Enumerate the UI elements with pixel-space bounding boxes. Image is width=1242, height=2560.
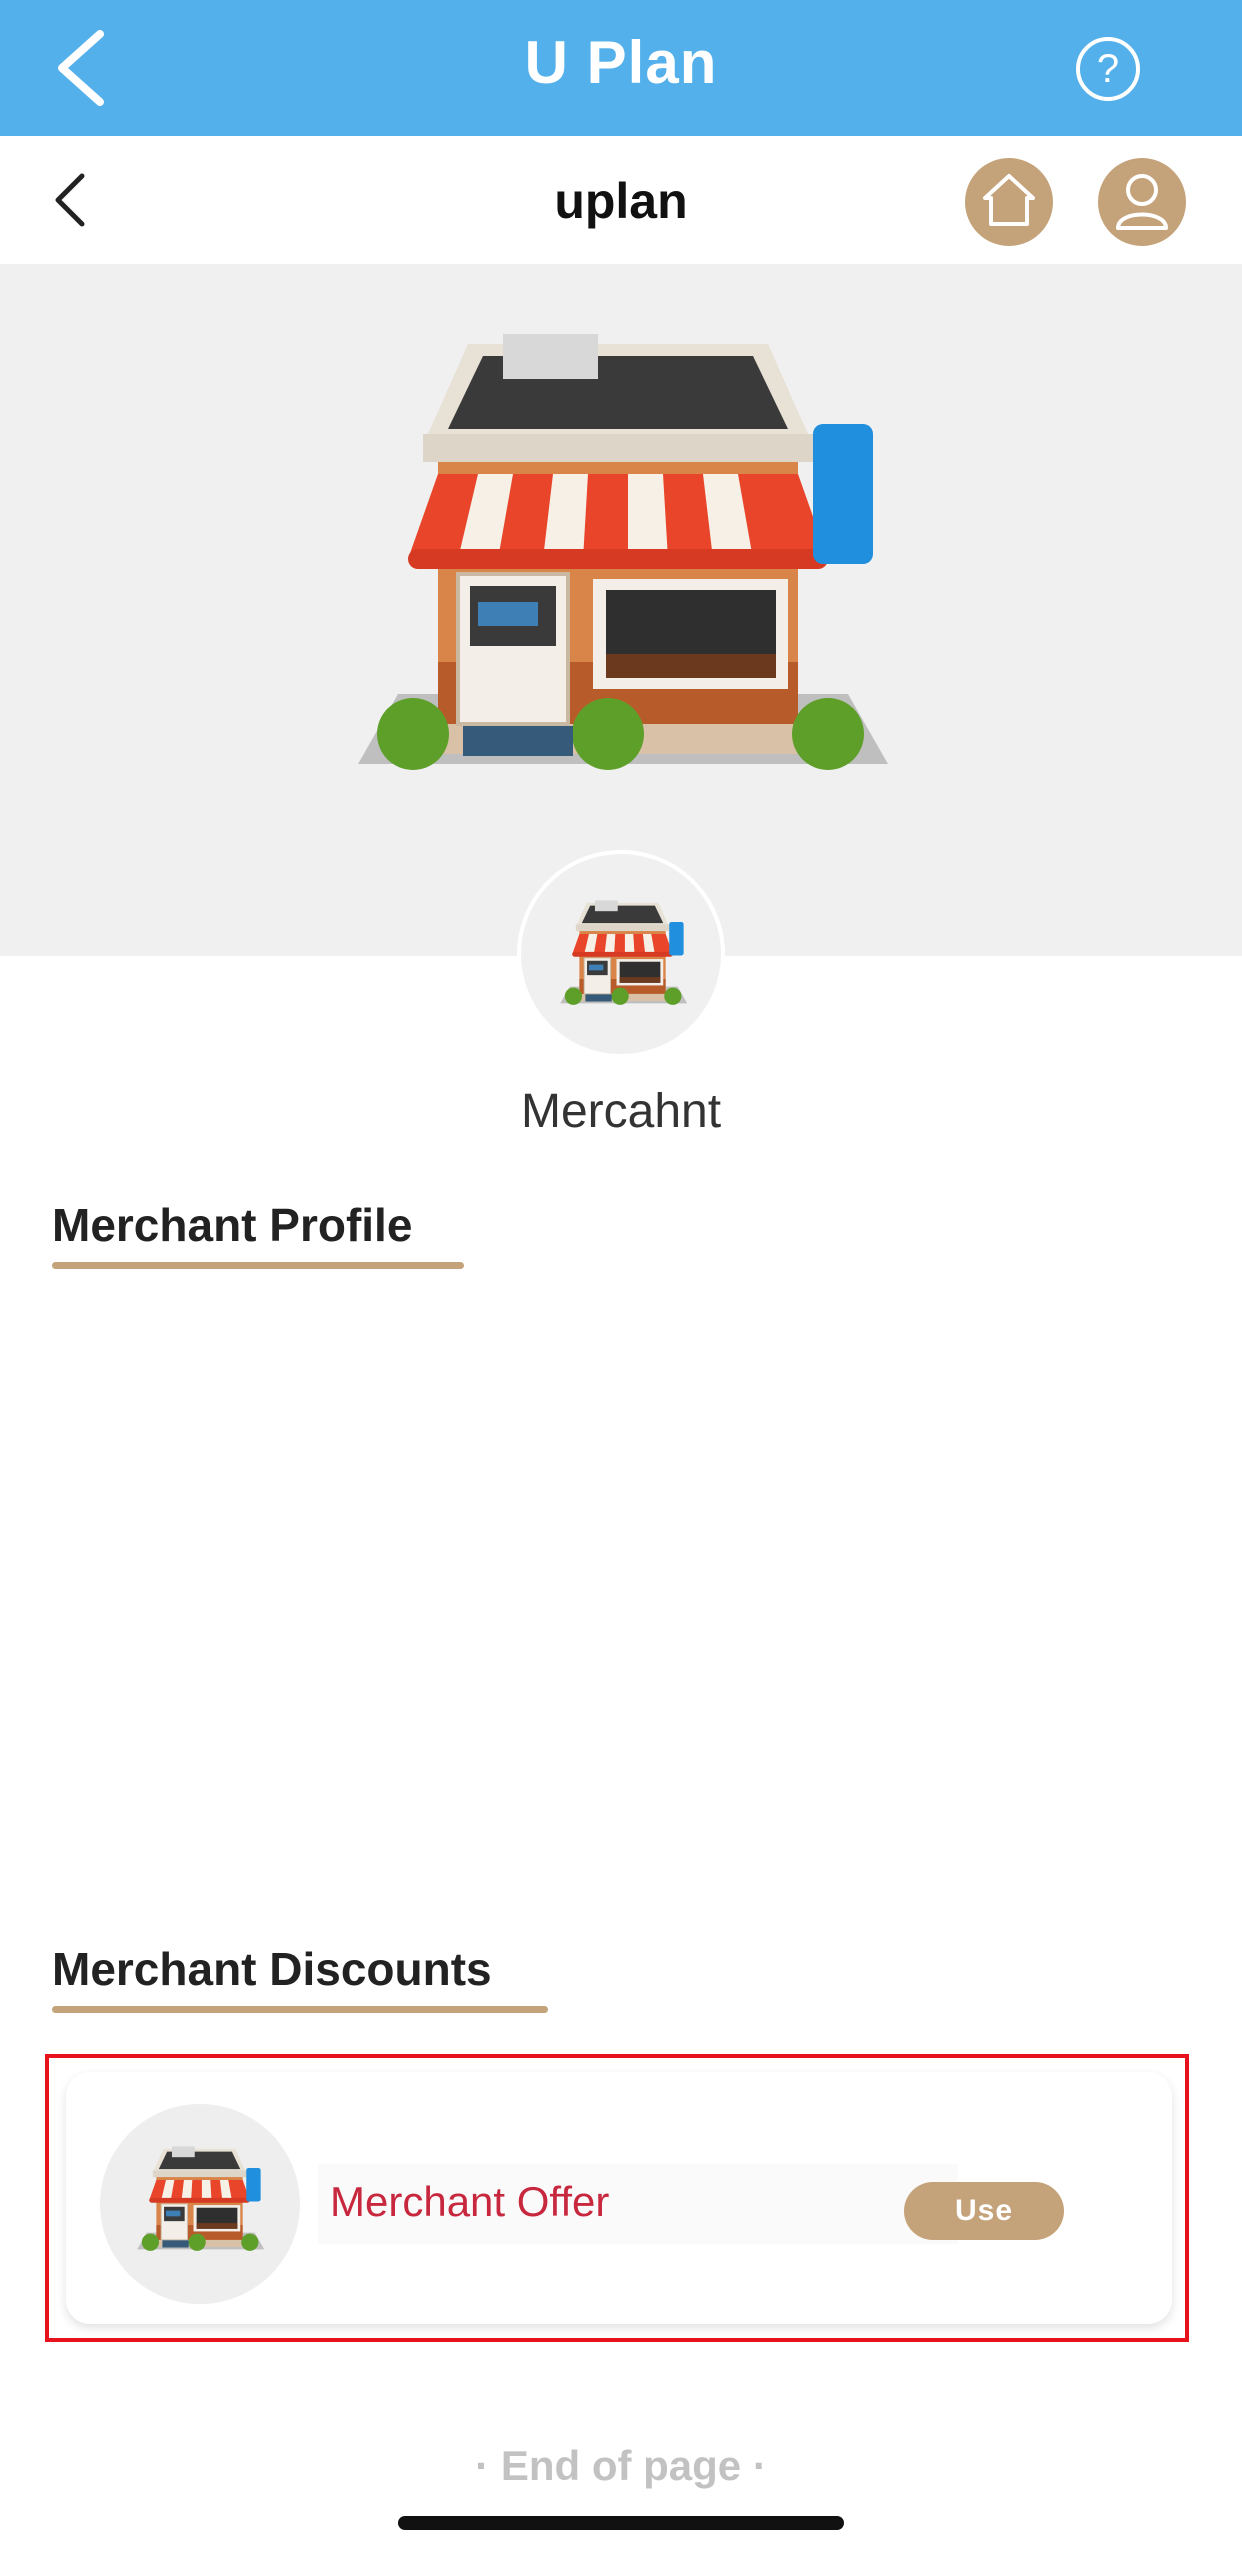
help-icon-glyph: ? [1096, 47, 1120, 91]
merchant-name: Mercahnt [520, 1085, 722, 1138]
home-indicator[interactable] [398, 2516, 844, 2530]
section-underline [52, 2006, 548, 2013]
app-bar: U Plan ? [0, 0, 1242, 136]
section-underline [52, 1262, 464, 1269]
profile-button[interactable] [1098, 158, 1186, 246]
merchant-avatar [517, 850, 725, 1058]
sub-navigation: uplan [0, 136, 1242, 264]
offer-thumbnail [100, 2104, 300, 2304]
offer-title: Merchant Offer [330, 2178, 610, 2225]
home-icon [983, 174, 1035, 226]
home-button[interactable] [965, 158, 1053, 246]
user-icon [1116, 174, 1168, 230]
end-of-page-text: · End of page · [475, 2442, 767, 2489]
app-title: U Plan [524, 29, 718, 96]
help-icon[interactable]: ? [1076, 37, 1140, 101]
storefront-icon [136, 2145, 265, 2252]
profile-section-title: Merchant Profile [52, 1199, 413, 1251]
use-offer-button[interactable]: Use [904, 2182, 1064, 2240]
page-title: uplan [554, 173, 688, 229]
storefront-icon [356, 332, 890, 772]
discount-card[interactable]: Merchant Offer Use [66, 2072, 1172, 2324]
storefront-icon [559, 899, 688, 1006]
discounts-section-title: Merchant Discounts [52, 1943, 492, 1995]
